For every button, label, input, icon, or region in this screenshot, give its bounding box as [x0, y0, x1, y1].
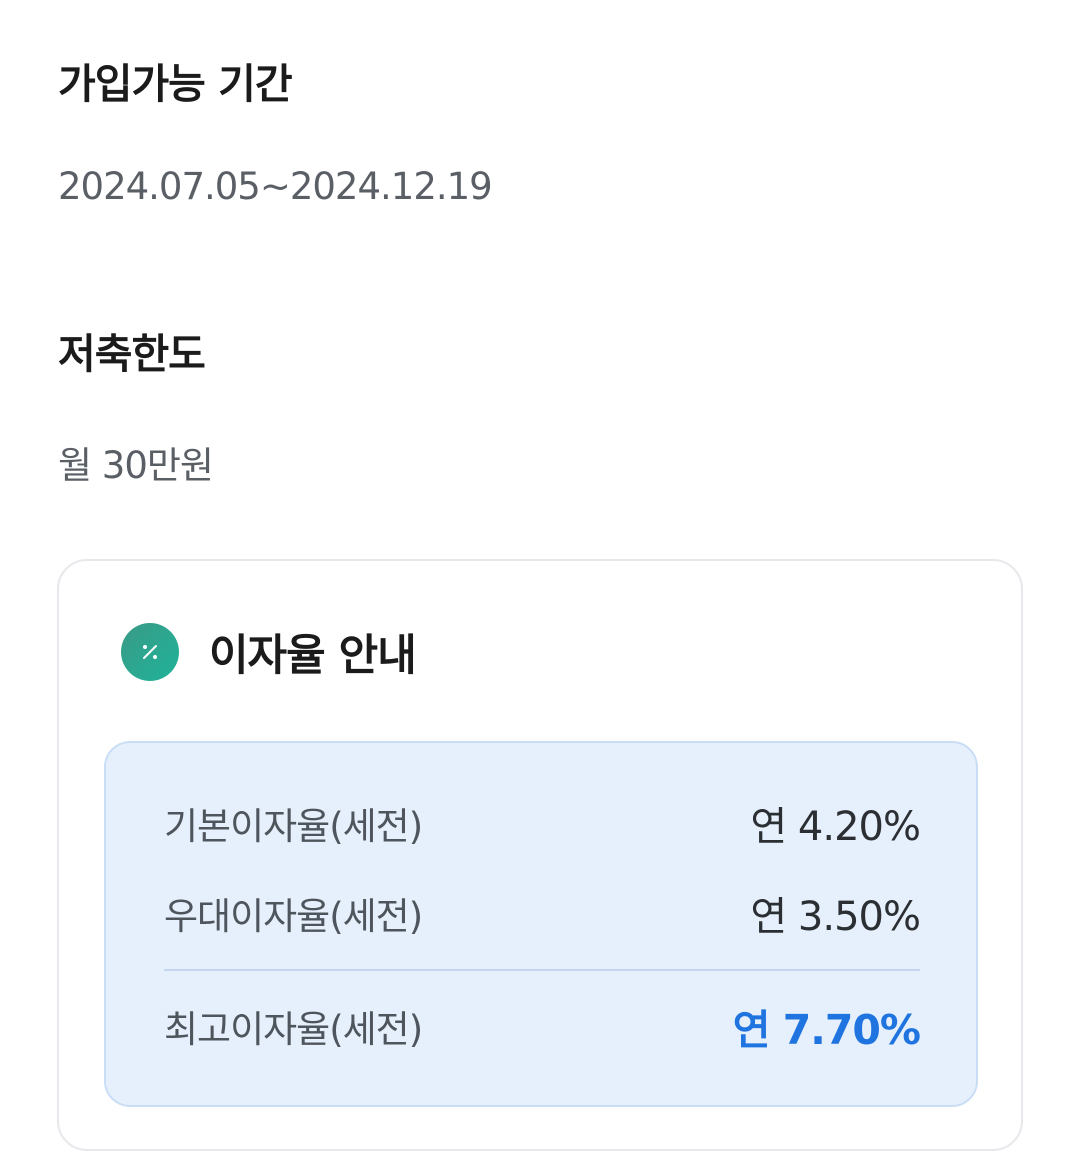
interest-rate-card: 이자율 안내 기본이자율(세전) 연 4.20% 우대이자율(세전) 연 3.5…: [57, 559, 1023, 1151]
rate-divider: [164, 969, 920, 971]
max-rate-row: 최고이자율(세전) 연 7.70%: [164, 1001, 921, 1054]
bonus-rate-label: 우대이자율(세전): [164, 895, 423, 938]
base-rate-label: 기본이자율(세전): [164, 805, 423, 848]
savings-limit-title: 저축한도: [58, 330, 206, 378]
base-rate-row: 기본이자율(세전) 연 4.20%: [164, 798, 921, 850]
bonus-rate-row: 우대이자율(세전) 연 3.50%: [164, 888, 921, 940]
max-rate-value: 연 7.70%: [732, 1006, 921, 1054]
percent-icon: [121, 623, 179, 681]
savings-limit-value: 월 30만원: [58, 444, 214, 487]
period-value: 2024.07.05~2024.12.19: [58, 165, 493, 208]
base-rate-value: 연 4.20%: [750, 804, 921, 850]
interest-rate-box: 기본이자율(세전) 연 4.20% 우대이자율(세전) 연 3.50% 최고이자…: [104, 741, 978, 1107]
interest-rate-title: 이자율 안내: [209, 631, 417, 681]
period-title: 가입가능 기간: [58, 60, 293, 108]
interest-rate-header: 이자율 안내: [121, 623, 417, 681]
bonus-rate-value: 연 3.50%: [750, 894, 921, 940]
max-rate-label: 최고이자율(세전): [164, 1008, 423, 1051]
product-info-page: 가입가능 기간 2024.07.05~2024.12.19 저축한도 월 30만…: [0, 0, 1080, 1174]
